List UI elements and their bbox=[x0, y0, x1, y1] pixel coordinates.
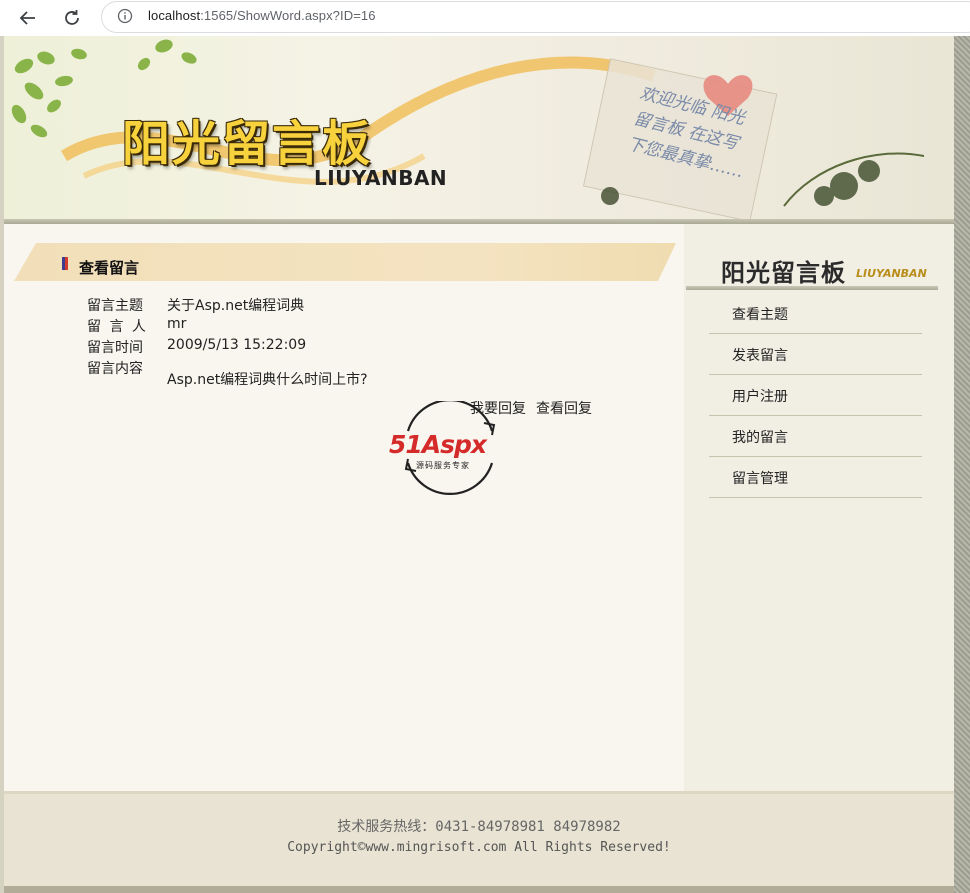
author-label: 留 言 人 bbox=[87, 319, 148, 335]
sidebar-item-label: 查看主题 bbox=[732, 307, 788, 323]
footer-copyright: Copyright©www.mingrisoft.com All Rights … bbox=[287, 840, 671, 855]
url-text[interactable]: localhost:1565/ShowWord.aspx?ID=16 bbox=[148, 8, 376, 23]
sidebar-subtitle: LIUYANBAN bbox=[856, 267, 927, 280]
content-value: Asp.net编程词典什么时间上市? bbox=[167, 372, 368, 388]
reload-button[interactable] bbox=[58, 4, 86, 32]
footer-bottom-border bbox=[4, 886, 954, 893]
time-label: 留言时间 bbox=[87, 340, 143, 356]
reload-icon bbox=[65, 10, 79, 25]
sidebar-item-view-topics[interactable]: 查看主题 bbox=[709, 293, 922, 334]
section-marker-icon bbox=[62, 257, 68, 270]
subject-label: 留言主题 bbox=[87, 298, 143, 314]
sidebar-item-label: 我的留言 bbox=[732, 430, 788, 446]
back-button[interactable] bbox=[14, 4, 42, 32]
sidebar-title-divider bbox=[686, 286, 938, 290]
51aspx-logo: 51Aspx 源码服务专家 bbox=[384, 401, 514, 496]
url-path: :1565/ShowWord.aspx?ID=16 bbox=[200, 8, 376, 23]
sidebar-item-label: 用户注册 bbox=[732, 389, 788, 405]
sidebar-item-my-messages[interactable]: 我的留言 bbox=[709, 416, 922, 457]
subject-value: 关于Asp.net编程词典 bbox=[167, 298, 305, 314]
author-value: mr bbox=[167, 316, 187, 332]
logo-tagline: 源码服务专家 bbox=[416, 461, 470, 470]
sidebar-item-label: 发表留言 bbox=[732, 348, 788, 364]
banner-title: 阳光留言板 bbox=[122, 116, 373, 172]
page-container: 欢迎光临 阳光留言板 在这写下您最真挚…… 阳光留言板 LIUYANBAN 查看… bbox=[4, 36, 954, 893]
logo-text: 51Aspx bbox=[389, 430, 487, 459]
header-banner: 欢迎光临 阳光留言板 在这写下您最真挚…… 阳光留言板 LIUYANBAN bbox=[4, 36, 954, 222]
sidebar-item-post-message[interactable]: 发表留言 bbox=[709, 334, 922, 375]
sidebar-title: 阳光留言板 bbox=[721, 258, 846, 287]
arrow-left-icon bbox=[19, 11, 35, 25]
page-right-border bbox=[954, 36, 970, 893]
browser-toolbar: localhost:1565/ShowWord.aspx?ID=16 bbox=[0, 0, 970, 36]
info-icon[interactable] bbox=[117, 8, 133, 24]
content-label: 留言内容 bbox=[87, 361, 143, 377]
url-host: localhost bbox=[148, 8, 201, 23]
footer-divider bbox=[4, 791, 954, 794]
banner-subtitle: LIUYANBAN bbox=[314, 166, 448, 190]
view-replies-link[interactable]: 查看回复 bbox=[536, 401, 592, 417]
sidebar-item-label: 留言管理 bbox=[732, 471, 788, 487]
sidebar-item-register[interactable]: 用户注册 bbox=[709, 375, 922, 416]
time-value: 2009/5/13 15:22:09 bbox=[167, 337, 307, 353]
sidebar-item-manage-messages[interactable]: 留言管理 bbox=[709, 457, 922, 498]
section-title: 查看留言 bbox=[79, 259, 140, 277]
footer-hotline: 技术服务热线：0431-84978981 84978982 bbox=[337, 819, 621, 835]
